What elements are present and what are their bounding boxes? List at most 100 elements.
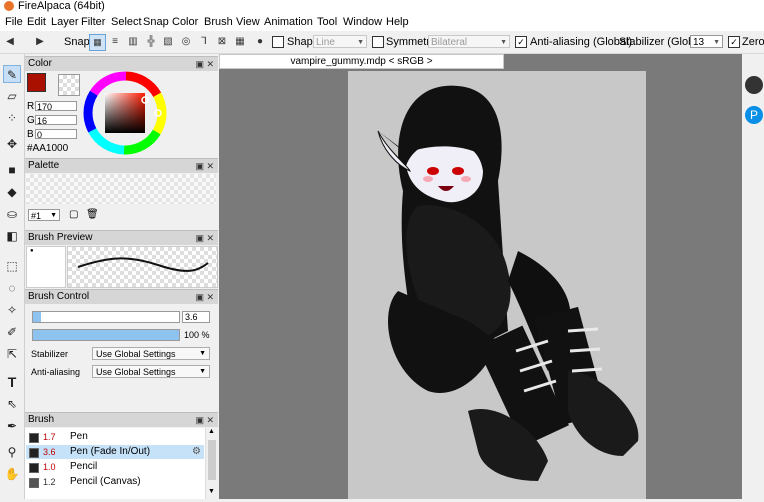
palette-swatches[interactable]	[26, 174, 216, 204]
brush-name: Pencil (Canvas)	[70, 476, 141, 487]
antialias-checkbox[interactable]: ✓	[515, 36, 527, 48]
brush-control-title: Brush Control	[28, 291, 90, 302]
brush-item-selected[interactable]: 3.6 Pen (Fade In/Out) ⚙	[26, 445, 204, 459]
eyedropper-icon[interactable]: ⚲	[3, 443, 21, 461]
snap-off-icon[interactable]: ▦	[89, 34, 106, 51]
menu-edit[interactable]: Edit	[27, 15, 46, 29]
g-field[interactable]: 16	[35, 115, 77, 126]
shape-checkbox[interactable]	[272, 36, 284, 48]
menu-view[interactable]: View	[236, 15, 260, 29]
bucket-icon[interactable]: ⛀	[3, 205, 21, 223]
chevron-down-icon: ▼	[50, 212, 57, 219]
eraser-icon[interactable]: ▱	[3, 87, 21, 105]
right-strip: P	[742, 54, 764, 499]
palette-panel-header: Palette ▣ ✕	[25, 158, 218, 173]
panel-float-icon[interactable]: ▣ ✕	[195, 231, 214, 245]
brush-size-slider[interactable]	[32, 311, 180, 323]
menu-select[interactable]: Select	[111, 15, 142, 29]
scroll-thumb[interactable]	[208, 440, 216, 480]
snap-circle-icon[interactable]: ◎	[180, 36, 192, 48]
zero-checkbox[interactable]: ✓	[728, 36, 740, 48]
opacity-slider[interactable]	[32, 329, 180, 341]
brush-name: Pencil	[70, 461, 98, 472]
gradient-icon[interactable]: ◧	[3, 227, 21, 245]
brush-size-field[interactable]: 3.6	[182, 311, 210, 323]
primary-color-swatch[interactable]	[27, 73, 46, 92]
menu-animation[interactable]: Animation	[264, 15, 313, 29]
menu-bar: File Edit Layer Filter Select Snap Color…	[0, 13, 764, 31]
select-icon[interactable]: ⇖	[3, 395, 21, 413]
stabilizer-select[interactable]: 13 ▼	[690, 35, 723, 48]
brush-item[interactable]: 1.0 Pencil	[26, 460, 204, 474]
canvas-area[interactable]	[219, 54, 742, 499]
menu-tool[interactable]: Tool	[317, 15, 337, 29]
snap-vanish-icon[interactable]: ⊠	[216, 36, 228, 48]
b-field[interactable]: 0	[35, 129, 77, 140]
snap-curve-icon[interactable]: Ꞁ	[198, 36, 210, 48]
pen-icon[interactable]: ✒	[3, 417, 21, 435]
snap-3d-icon[interactable]: ▦	[234, 36, 246, 48]
lasso-select-icon[interactable]: ◌	[3, 279, 21, 297]
color-wheel[interactable]	[83, 71, 167, 155]
redo-icon[interactable]: ▶	[34, 36, 46, 48]
brush-swatch	[29, 433, 39, 443]
panel-float-icon[interactable]: ▣ ✕	[195, 290, 214, 304]
menu-help[interactable]: Help	[386, 15, 409, 29]
brush-item[interactable]: 1.7 Pen	[26, 430, 204, 444]
zero-label: Zero I	[742, 36, 764, 48]
menu-window[interactable]: Window	[343, 15, 382, 29]
alpaca-icon[interactable]	[745, 76, 763, 94]
select-rect-icon[interactable]: ⬚	[3, 257, 21, 275]
palette-delete-icon[interactable]: 🗑	[86, 209, 99, 220]
dot-icon[interactable]: ⁘	[3, 109, 21, 127]
brush-antialias-select[interactable]: Use Global Settings ▼	[92, 365, 210, 378]
select-eraser-icon[interactable]: ⇱	[3, 345, 21, 363]
menu-filter[interactable]: Filter	[81, 15, 105, 29]
brush-item[interactable]: 1.2 Pencil (Canvas)	[26, 475, 204, 489]
scroll-up-icon[interactable]: ▲	[208, 428, 215, 435]
brush-list-scrollbar[interactable]: ▲ ▼	[205, 428, 218, 499]
scroll-down-icon[interactable]: ▼	[208, 488, 215, 495]
menu-layer[interactable]: Layer	[51, 15, 79, 29]
canvas[interactable]	[348, 71, 646, 499]
select-pen-icon[interactable]: ✐	[3, 323, 21, 341]
r-field[interactable]: 170	[35, 101, 77, 112]
pixiv-icon[interactable]: P	[745, 106, 763, 124]
secondary-color-swatch[interactable]	[58, 74, 80, 96]
undo-icon[interactable]: ◀	[4, 36, 16, 48]
brush-size: 1.7	[43, 432, 56, 442]
menu-brush[interactable]: Brush	[204, 15, 233, 29]
gear-icon[interactable]: ⚙	[192, 445, 201, 459]
hand-icon[interactable]: ✋	[3, 465, 21, 483]
snap-grid-icon[interactable]: ▥	[127, 36, 139, 48]
document-tab[interactable]: vampire_gummy.mdp < sRGB >	[219, 54, 504, 69]
brush-antialias-value: Use Global Settings	[96, 367, 176, 377]
symmetry-checkbox[interactable]	[372, 36, 384, 48]
panel-float-icon[interactable]: ▣ ✕	[195, 57, 214, 71]
snap-parallel-icon[interactable]: ≡	[109, 36, 121, 48]
panel-float-icon[interactable]: ▣ ✕	[195, 413, 214, 427]
menu-snap[interactable]: Snap	[143, 15, 169, 29]
brush-name: Pen (Fade In/Out)	[70, 446, 151, 457]
snap-diag-icon[interactable]: ▧	[162, 36, 174, 48]
brush-stabilizer-select[interactable]: Use Global Settings ▼	[92, 347, 210, 360]
panel-float-icon[interactable]: ▣ ✕	[195, 159, 214, 173]
symmetry-select[interactable]: Bilateral ▼	[428, 35, 510, 48]
brush-icon[interactable]: ✎	[3, 65, 21, 83]
shape-select[interactable]: Line ▼	[313, 35, 367, 48]
tool-bar: ✎ ▱ ⁘ ✥ ■ ◆ ⛀ ◧ ⬚ ◌ ✧ ✐ ⇱ T ⇖ ✒ ⚲ ✋	[0, 54, 25, 499]
palette-add-icon[interactable]: ▢	[69, 209, 78, 220]
brush-control-header: Brush Control ▣ ✕	[25, 289, 218, 304]
magic-wand-icon[interactable]: ✧	[3, 301, 21, 319]
lasso-icon[interactable]: ◆	[3, 183, 21, 201]
palette-select[interactable]: #1 ▼	[28, 209, 60, 221]
color-panel-header: Color ▣ ✕	[25, 56, 218, 71]
menu-file[interactable]: File	[5, 15, 23, 29]
fill-rect-icon[interactable]: ■	[3, 161, 21, 179]
snap-cross-icon[interactable]: ╬	[145, 36, 157, 48]
snap-point-icon[interactable]: ●	[254, 36, 266, 48]
move-icon[interactable]: ✥	[3, 135, 21, 153]
text-icon[interactable]: T	[3, 373, 21, 391]
chevron-down-icon: ▼	[199, 350, 206, 357]
menu-color[interactable]: Color	[172, 15, 198, 29]
